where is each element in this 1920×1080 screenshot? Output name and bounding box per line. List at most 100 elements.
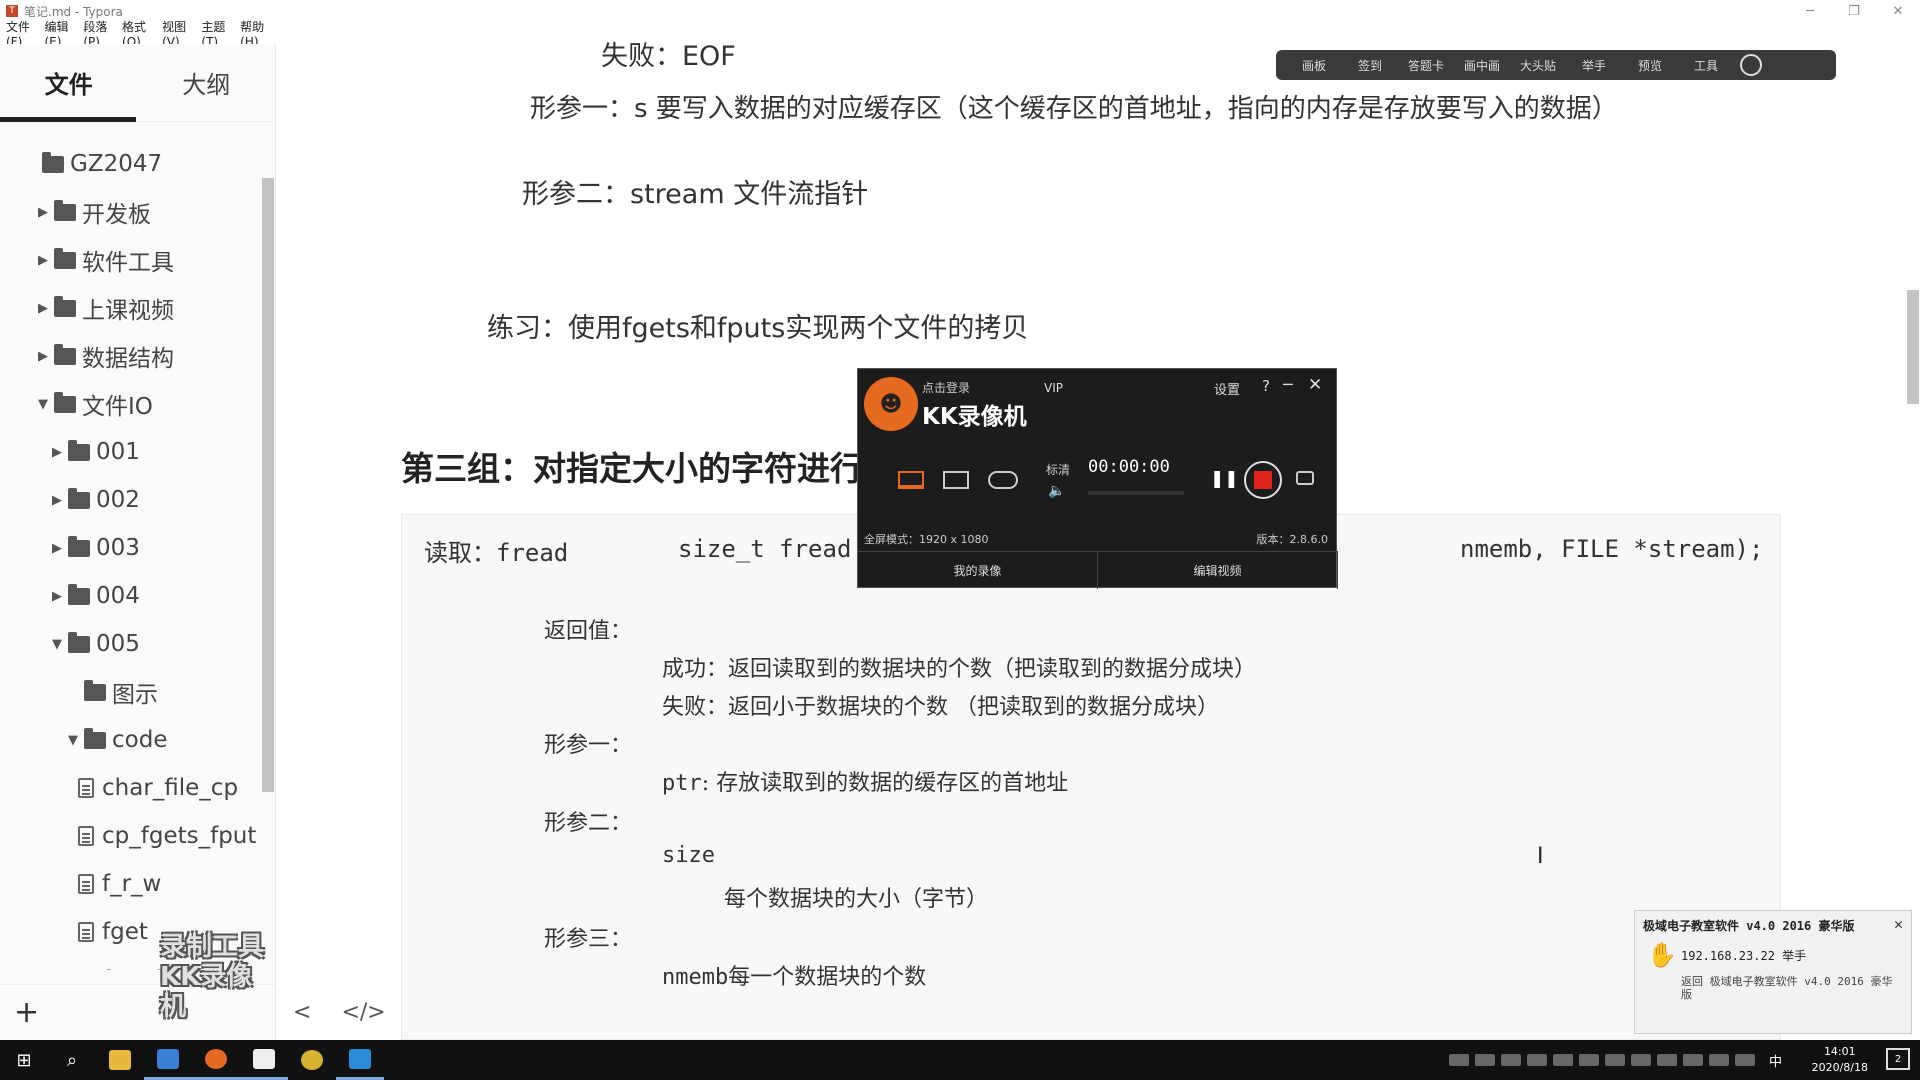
toolbar-photo-sticker[interactable]: 大头贴 (1510, 57, 1566, 74)
caret-down-icon[interactable]: ▼ (66, 733, 80, 748)
vm-app-icon[interactable] (336, 1040, 384, 1080)
action-center-icon[interactable]: 2 (1886, 1048, 1910, 1070)
caret-right-icon[interactable]: ▶ (50, 445, 64, 460)
tray-icon-7[interactable] (1604, 1054, 1625, 1066)
notification-message[interactable]: 返回 极域电子教室软件 v4.0 2016 豪华版 (1681, 975, 1901, 1001)
record-stop-button[interactable] (1244, 461, 1282, 499)
kk-login-link[interactable]: 点击登录 (922, 379, 970, 396)
kk-close-button[interactable]: ✕ (1308, 375, 1322, 395)
source-mode-button[interactable]: </> (341, 1000, 385, 1025)
kk-vip-link[interactable]: VIP (1044, 381, 1063, 395)
tree-file-item[interactable]: char_file_cp (0, 764, 262, 812)
caret-right-icon[interactable]: ▶ (50, 541, 64, 556)
toolbar-answer-card[interactable]: 答题卡 (1398, 57, 1454, 74)
caret-right-icon[interactable]: ▶ (36, 205, 50, 220)
sidebar-scrollbar[interactable] (262, 178, 274, 792)
game-mode-icon[interactable] (988, 471, 1019, 489)
tree-folder-item[interactable]: ▶ 003 (0, 524, 262, 572)
read-fn: fread (496, 539, 569, 567)
restore-button[interactable]: ❐ (1832, 0, 1876, 22)
tree-folder-item[interactable]: ▶ 004 (0, 572, 262, 620)
toolbar-drawing-board[interactable]: 画板 (1286, 57, 1342, 74)
tray-icon-4[interactable] (1526, 1054, 1547, 1066)
tray-icon-5[interactable] (1552, 1054, 1573, 1066)
tree-folder-item[interactable]: ▼ 005 (0, 620, 262, 668)
notification-close-button[interactable]: ✕ (1894, 915, 1903, 933)
edit-video-button[interactable]: 编辑视频 (1098, 551, 1338, 589)
tray-icon-10[interactable] (1682, 1054, 1703, 1066)
app-yellow-icon[interactable] (288, 1040, 336, 1080)
caret-down-icon[interactable]: ▼ (36, 397, 50, 412)
toolbar-sign-in[interactable]: 签到 (1342, 57, 1398, 74)
caret-right-icon[interactable]: ▶ (50, 589, 64, 604)
tree-folder-item[interactable]: ▼ code (0, 716, 262, 764)
caret-down-icon[interactable]: ▼ (50, 637, 64, 652)
tray-icon-3[interactable] (1500, 1054, 1521, 1066)
tree-item-label: 软件工具 (82, 250, 174, 276)
power-icon[interactable] (1740, 54, 1762, 76)
tray-icon-2[interactable] (1474, 1054, 1495, 1066)
tree-folder-item[interactable]: GZ2047 (0, 140, 262, 188)
volume-tray-icon[interactable] (1734, 1054, 1755, 1066)
read-label-text: 读取： (424, 539, 496, 567)
kk-settings-button[interactable]: 设置 (1214, 379, 1240, 398)
caret-right-icon[interactable]: ▶ (36, 301, 50, 316)
editor-scrollbar[interactable] (1907, 290, 1919, 404)
tray-icon-9[interactable] (1656, 1054, 1677, 1066)
caret-right-icon[interactable]: ▶ (36, 253, 50, 268)
kk-recorder-taskbar-icon[interactable] (192, 1040, 240, 1080)
kk-quality-label[interactable]: 标清 (1046, 461, 1070, 478)
caret-right-icon[interactable]: ▶ (36, 349, 50, 364)
tray-icon-8[interactable] (1630, 1054, 1651, 1066)
camera-icon[interactable] (1296, 471, 1314, 485)
pause-icon[interactable]: ❚❚ (1210, 469, 1239, 489)
ime-indicator[interactable]: 中 (1769, 1051, 1782, 1070)
toolbar-raise-hand[interactable]: 举手 (1566, 57, 1622, 74)
code-block[interactable]: 读取：fread size_t fread nmemb, FILE *strea… (401, 514, 1781, 1040)
tree-file-item[interactable]: cp_fgets_fput (0, 812, 262, 860)
tree-folder-item[interactable]: ▶ 开发板 (0, 188, 262, 236)
tree-folder-item[interactable]: ▼ 文件IO (0, 380, 262, 428)
caret-right-icon[interactable]: ▶ (50, 493, 64, 508)
tab-outline[interactable]: 大纲 (138, 44, 276, 121)
kk-minimize-button[interactable]: ─ (1283, 375, 1293, 394)
tree-folder-item[interactable]: ▶ 上课视频 (0, 284, 262, 332)
region-mode-icon[interactable] (942, 471, 969, 489)
tree-item-label: GZ2047 (70, 151, 163, 177)
file-explorer-icon[interactable] (96, 1040, 144, 1080)
kk-mode-selector (888, 459, 1028, 501)
toolbar-tools[interactable]: 工具 (1678, 57, 1734, 74)
toolbar-preview[interactable]: 预览 (1622, 57, 1678, 74)
volume-icon[interactable]: 🔈 (1048, 483, 1065, 499)
tree-folder-item[interactable]: ▶ 软件工具 (0, 236, 262, 284)
param2-line: 形参二：stream 文件流指针 (522, 179, 869, 210)
toolbar-picture-in-picture[interactable]: 画中画 (1454, 57, 1510, 74)
file-icon (78, 874, 94, 894)
clock[interactable]: 14:01 2020/8/18 (1812, 1044, 1868, 1076)
tray-icon-1[interactable] (1448, 1054, 1469, 1066)
start-windows-icon[interactable]: ⊞ (0, 1040, 48, 1080)
minimize-button[interactable]: ─ (1788, 0, 1832, 22)
add-file-button[interactable]: + (14, 995, 39, 1030)
my-recordings-button[interactable]: 我的录像 (858, 551, 1098, 589)
tree-folder-item[interactable]: ▶ 数据结构 (0, 332, 262, 380)
clock-date: 2020/8/18 (1811, 1061, 1868, 1074)
close-window-button[interactable]: ✕ (1876, 0, 1920, 22)
fullscreen-mode-icon[interactable] (897, 471, 924, 489)
success-line: 成功：返回读取到的数据块的个数（把读取到的数据分成块） (662, 657, 1257, 682)
network-icon[interactable] (1708, 1054, 1729, 1066)
classroom-app-icon[interactable] (144, 1040, 192, 1080)
param1-row: ptr: 存放读取到的数据的缓存区的首地址 (662, 765, 1068, 797)
tab-files[interactable]: 文件 (0, 44, 138, 122)
tree-item-label: 004 (96, 583, 140, 609)
tree-folder-item[interactable]: 图示 (0, 668, 262, 716)
volume-slider[interactable] (1088, 491, 1184, 495)
back-button[interactable]: < (293, 1000, 311, 1025)
tree-folder-item[interactable]: ▶ 002 (0, 476, 262, 524)
search-icon[interactable]: ⌕ (48, 1040, 96, 1080)
kk-help-button[interactable]: ? (1262, 377, 1270, 395)
tray-icon-6[interactable] (1578, 1054, 1599, 1066)
tree-file-item[interactable]: f_r_w (0, 860, 262, 908)
tree-folder-item[interactable]: ▶ 001 (0, 428, 262, 476)
typora-taskbar-icon[interactable] (240, 1040, 288, 1080)
